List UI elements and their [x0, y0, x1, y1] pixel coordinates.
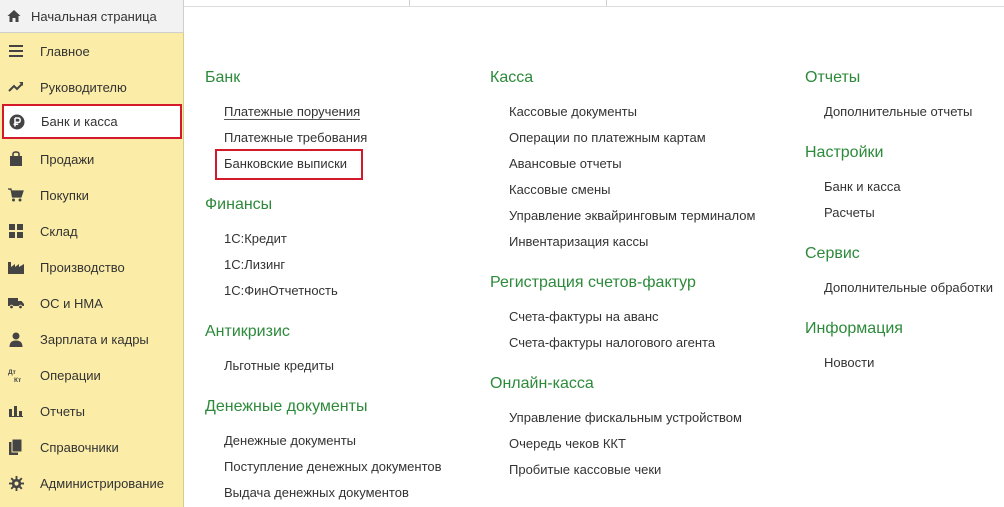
sidebar-item-purchases[interactable]: Покупки [0, 177, 184, 213]
sidebar-item-label: Покупки [40, 187, 89, 203]
debit-credit-icon: Дт Кт [8, 367, 24, 383]
link-cash-shifts[interactable]: Кассовые смены [509, 182, 610, 197]
group-title-settings: Настройки [805, 144, 884, 161]
cart-icon [8, 187, 24, 203]
warehouse-grid-icon [8, 223, 24, 239]
sidebar-item-label: Справочники [40, 439, 119, 455]
sidebar-item-bank-cash[interactable]: Банк и касса [2, 104, 182, 139]
group-title-reports: Отчеты [805, 69, 861, 86]
section-content: Банк Платежные поручения Платежные требо… [185, 8, 1004, 507]
sidebar-item-label: Администрирование [40, 475, 164, 491]
link-advance-reports[interactable]: Авансовые отчеты [509, 156, 622, 171]
link-card-operations[interactable]: Операции по платежным картам [509, 130, 706, 145]
link-additional-reports[interactable]: Дополнительные отчеты [824, 104, 972, 119]
group-title-finance: Финансы [205, 196, 273, 213]
books-icon [8, 439, 24, 455]
group-title-anticrisis: Антикризис [205, 323, 290, 340]
link-1c-credit[interactable]: 1С:Кредит [224, 231, 287, 246]
link-news[interactable]: Новости [824, 355, 874, 370]
sidebar-item-administration[interactable]: Администрирование [0, 465, 184, 501]
sidebar-item-reports[interactable]: Отчеты [0, 393, 184, 429]
link-acquiring-terminal[interactable]: Управление эквайринговым терминалом [509, 208, 755, 223]
home-tab-label: Начальная страница [31, 8, 157, 24]
group-title-information: Информация [805, 320, 903, 337]
ruble-coin-icon [9, 114, 25, 130]
group-title-cash: Касса [490, 69, 534, 86]
sidebar-item-label: Отчеты [40, 403, 85, 419]
sidebar-item-fixed-assets[interactable]: ОС и НМА [0, 285, 184, 321]
truck-icon [8, 295, 24, 311]
top-tab-strip [184, 0, 1004, 7]
group-title-money-docs: Денежные документы [205, 398, 368, 415]
sidebar-item-salary-hr[interactable]: Зарплата и кадры [0, 321, 184, 357]
group-title-bank: Банк [205, 69, 241, 86]
sidebar-item-directories[interactable]: Справочники [0, 429, 184, 465]
sidebar-item-warehouse[interactable]: Склад [0, 213, 184, 249]
sidebar-item-label: Производство [40, 259, 125, 275]
sidebar-item-label: Руководителю [40, 79, 127, 95]
link-advance-invoices[interactable]: Счета-фактуры на аванс [509, 309, 659, 324]
link-printed-receipts[interactable]: Пробитые кассовые чеки [509, 462, 661, 477]
sidebar-item-label: Зарплата и кадры [40, 331, 149, 347]
link-payment-requests[interactable]: Платежные требования [224, 130, 367, 145]
svg-text:Кт: Кт [14, 377, 21, 383]
link-kkt-queue[interactable]: Очередь чеков ККТ [509, 436, 626, 451]
link-preferential-credits[interactable]: Льготные кредиты [224, 358, 334, 373]
link-cash-inventory[interactable]: Инвентаризация кассы [509, 234, 648, 249]
person-icon [8, 331, 24, 347]
sidebar-item-manager[interactable]: Руководителю [0, 69, 184, 105]
link-settings-bank-cash[interactable]: Банк и касса [824, 179, 901, 194]
group-title-online-cash: Онлайн-касса [490, 375, 594, 392]
sidebar-item-sales[interactable]: Продажи [0, 141, 184, 177]
home-icon [6, 8, 22, 24]
link-1c-leasing[interactable]: 1С:Лизинг [224, 257, 285, 272]
bar-chart-icon [8, 403, 24, 419]
sidebar-item-label: Банк и касса [41, 114, 118, 129]
sidebar-item-label: ОС и НМА [40, 295, 103, 311]
link-1c-finreport[interactable]: 1С:ФинОтчетность [224, 283, 338, 298]
link-money-docs-issue[interactable]: Выдача денежных документов [224, 485, 409, 500]
shopping-bag-icon [8, 151, 24, 167]
sidebar-item-label: Продажи [40, 151, 95, 167]
svg-text:Дт: Дт [8, 369, 16, 376]
link-cash-documents[interactable]: Кассовые документы [509, 104, 637, 119]
link-money-docs-receipt[interactable]: Поступление денежных документов [224, 459, 442, 474]
gear-icon [8, 475, 24, 491]
sidebar-item-operations[interactable]: Дт Кт Операции [0, 357, 184, 393]
link-payment-orders[interactable]: Платежные поручения [224, 104, 361, 120]
sidebar-item-label: Операции [40, 367, 101, 383]
group-title-invoice-registration: Регистрация счетов-фактур [490, 274, 696, 291]
sidebar-item-label: Главное [40, 43, 90, 59]
sidebar: Главное Руководителю Банк и касса Продаж… [0, 33, 184, 507]
sidebar-item-label: Склад [40, 223, 78, 239]
menu-lines-icon [8, 43, 24, 59]
link-additional-processing[interactable]: Дополнительные обработки [824, 280, 993, 295]
sidebar-item-production[interactable]: Производство [0, 249, 184, 285]
link-money-documents[interactable]: Денежные документы [224, 433, 356, 448]
link-bank-statements[interactable]: Банковские выписки [224, 156, 347, 171]
home-tab[interactable]: Начальная страница [0, 0, 184, 33]
trend-up-icon [8, 79, 24, 95]
link-fiscal-device[interactable]: Управление фискальным устройством [509, 410, 742, 425]
group-title-service: Сервис [805, 245, 860, 262]
factory-icon [8, 259, 24, 275]
sidebar-item-main[interactable]: Главное [0, 33, 184, 69]
link-settings-settlements[interactable]: Расчеты [824, 205, 875, 220]
link-tax-agent-invoices[interactable]: Счета-фактуры налогового агента [509, 335, 715, 350]
